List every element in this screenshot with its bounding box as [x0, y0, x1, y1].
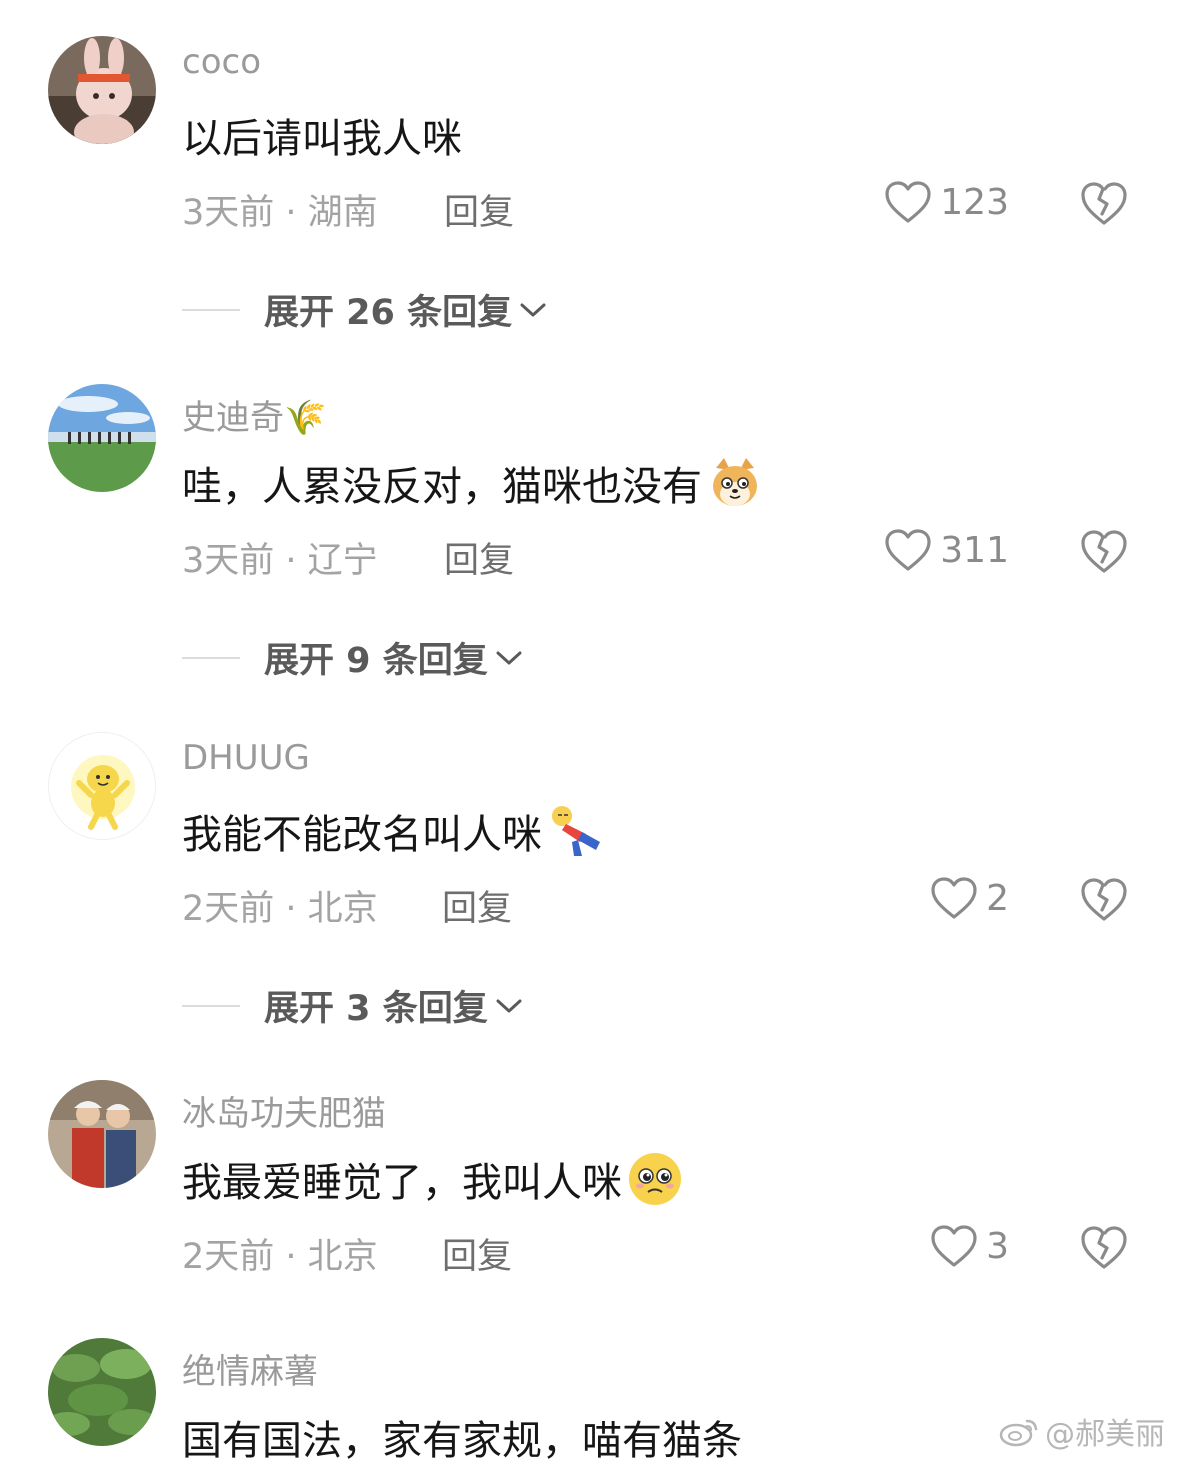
reply-button[interactable]: 回复 [444, 532, 514, 583]
avatar[interactable] [48, 36, 156, 144]
dog-face-emoji-icon [706, 454, 764, 512]
like-button[interactable]: 3 [930, 1224, 1009, 1268]
comment-meta: 3天前 · 湖南 [182, 193, 378, 233]
expand-replies-button[interactable]: 展开 3 条回复 [182, 980, 524, 1031]
avatar[interactable] [48, 384, 156, 492]
comment-text-body: 我最爱睡觉了，我叫人咪 [182, 1160, 622, 1206]
chevron-down-icon [494, 996, 524, 1016]
comment-text-body: 国有国法，家有家规，喵有猫条 [182, 1418, 742, 1464]
chevron-down-icon [494, 648, 524, 668]
comment-text-body: 哇，人累没反对，猫咪也没有 [182, 464, 702, 510]
like-count: 123 [940, 181, 1009, 223]
heart-outline-icon [884, 180, 932, 224]
dislike-button[interactable] [1080, 1224, 1128, 1270]
heart-outline-icon [930, 1224, 978, 1268]
heart-outline-icon [884, 528, 932, 572]
comment-meta: 2天前 · 北京 [182, 889, 378, 929]
username[interactable]: 史迪奇🌾 [182, 390, 326, 439]
dislike-button[interactable] [1080, 180, 1128, 226]
expand-replies-label: 展开 3 条回复 [264, 989, 488, 1029]
reply-button[interactable]: 回复 [444, 184, 514, 235]
avatar[interactable] [48, 732, 156, 840]
comment-text: 国有国法，家有家规，喵有猫条 [182, 1408, 742, 1466]
dislike-button[interactable] [1080, 876, 1128, 922]
like-count: 2 [986, 877, 1009, 919]
dislike-button[interactable] [1080, 528, 1128, 574]
comment-text: 哇，人累没反对，猫咪也没有 [182, 454, 764, 512]
reply-button[interactable]: 回复 [442, 880, 512, 931]
comment-text-body: 我能不能改名叫人咪 [182, 812, 542, 858]
username[interactable]: coco [182, 42, 261, 82]
username[interactable]: DHUUG [182, 738, 310, 778]
chevron-down-icon [518, 300, 548, 320]
like-button[interactable]: 123 [884, 180, 1009, 224]
divider-line [182, 656, 240, 659]
expand-replies-label: 展开 26 条回复 [264, 293, 513, 333]
expand-replies-button[interactable]: 展开 9 条回复 [182, 632, 524, 683]
like-count: 3 [986, 1225, 1009, 1267]
watermark: @郝美丽 [999, 1409, 1165, 1453]
expand-replies-button[interactable]: 展开 26 条回复 [182, 284, 548, 335]
reply-button[interactable]: 回复 [442, 1228, 512, 1279]
broken-heart-icon [1080, 1224, 1128, 1270]
divider-line [182, 308, 240, 311]
comment-text: 以后请叫我人咪 [182, 106, 462, 164]
broken-heart-icon [1080, 876, 1128, 922]
username[interactable]: 绝情麻薯 [182, 1344, 318, 1393]
broken-heart-icon [1080, 528, 1128, 574]
comment-text-body: 以后请叫我人咪 [182, 116, 462, 162]
comment-text: 我能不能改名叫人咪 [182, 802, 604, 860]
expand-replies-label: 展开 9 条回复 [264, 641, 488, 681]
lying-down-emoji-icon [546, 802, 604, 860]
username[interactable]: 冰岛功夫肥猫 [182, 1086, 386, 1135]
weibo-logo-icon [999, 1415, 1039, 1447]
comment-meta: 2天前 · 北京 [182, 1237, 378, 1277]
pleading-face-emoji-icon [626, 1150, 684, 1208]
comment-meta: 3天前 · 辽宁 [182, 541, 378, 581]
heart-outline-icon [930, 876, 978, 920]
comment-text: 我最爱睡觉了，我叫人咪 [182, 1150, 684, 1208]
like-button[interactable]: 2 [930, 876, 1009, 920]
divider-line [182, 1004, 240, 1007]
avatar[interactable] [48, 1338, 156, 1446]
avatar[interactable] [48, 1080, 156, 1188]
like-count: 311 [940, 529, 1009, 571]
like-button[interactable]: 311 [884, 528, 1009, 572]
watermark-text: @郝美丽 [1045, 1417, 1165, 1452]
broken-heart-icon [1080, 180, 1128, 226]
